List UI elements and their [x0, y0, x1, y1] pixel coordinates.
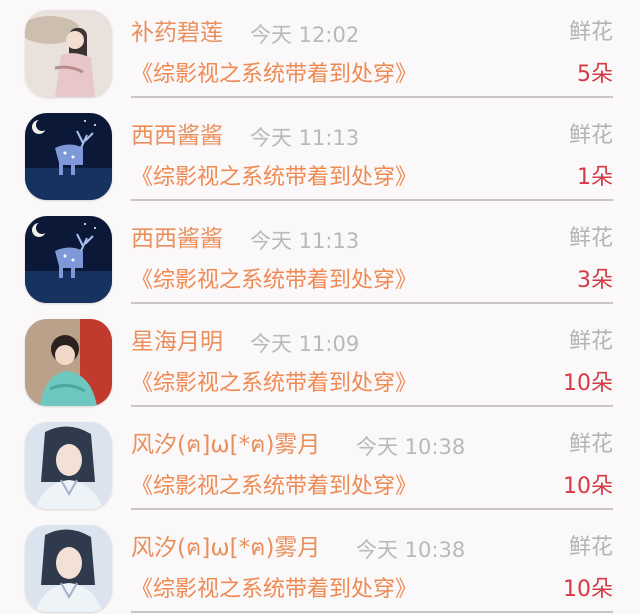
costume-man-avatar[interactable] [25, 525, 112, 612]
list-item[interactable]: 风汐(ฅ]ω[*ฅ)雾月 今天 10:38 鲜花 《综影视之系统带着到处穿》 1… [0, 515, 640, 614]
sender-name[interactable]: 星海月明 [131, 327, 223, 357]
flower-count: 3朵 [577, 268, 613, 293]
gift-type: 鲜花 [568, 20, 613, 45]
timestamp: 今天 10:38 [356, 538, 466, 562]
woman-umbrella-avatar[interactable] [25, 10, 112, 97]
flower-count: 10朵 [563, 371, 613, 396]
divider [131, 199, 613, 201]
book-title[interactable]: 《综影视之系统带着到处穿》 [131, 369, 417, 399]
list-item[interactable]: 西西酱酱 今天 11:13 鲜花 《综影视之系统带着到处穿》 3朵 [0, 206, 640, 309]
flower-count: 10朵 [563, 474, 613, 499]
gift-type: 鲜花 [568, 329, 613, 354]
timestamp: 今天 11:13 [250, 229, 360, 253]
costume-girl-avatar[interactable] [25, 319, 112, 406]
flower-count: 1朵 [577, 165, 613, 190]
sender-name[interactable]: 西西酱酱 [131, 121, 223, 151]
list-item[interactable]: 西西酱酱 今天 11:13 鲜花 《综影视之系统带着到处穿》 1朵 [0, 103, 640, 206]
book-title[interactable]: 《综影视之系统带着到处穿》 [131, 575, 417, 605]
timestamp: 今天 10:38 [356, 435, 466, 459]
list-item[interactable]: 补药碧莲 今天 12:02 鲜花 《综影视之系统带着到处穿》 5朵 [0, 0, 640, 103]
timestamp: 今天 12:02 [250, 23, 360, 47]
book-title[interactable]: 《综影视之系统带着到处穿》 [131, 163, 417, 193]
gift-type: 鲜花 [568, 535, 613, 560]
sender-name[interactable]: 西西酱酱 [131, 224, 223, 254]
gift-type: 鲜花 [568, 123, 613, 148]
star-deer-avatar[interactable] [25, 113, 112, 200]
flower-gift-list: 补药碧莲 今天 12:02 鲜花 《综影视之系统带着到处穿》 5朵 西西酱酱 今… [0, 0, 640, 614]
divider [131, 302, 613, 304]
flower-count: 5朵 [577, 62, 613, 87]
gift-type: 鲜花 [568, 226, 613, 251]
book-title[interactable]: 《综影视之系统带着到处穿》 [131, 266, 417, 296]
list-item[interactable]: 星海月明 今天 11:09 鲜花 《综影视之系统带着到处穿》 10朵 [0, 309, 640, 412]
star-deer-avatar[interactable] [25, 216, 112, 303]
sender-name[interactable]: 补药碧莲 [131, 18, 223, 48]
book-title[interactable]: 《综影视之系统带着到处穿》 [131, 472, 417, 502]
timestamp: 今天 11:13 [250, 126, 360, 150]
timestamp: 今天 11:09 [250, 332, 360, 356]
book-title[interactable]: 《综影视之系统带着到处穿》 [131, 60, 417, 90]
divider [131, 611, 613, 613]
divider [131, 96, 613, 98]
list-item[interactable]: 风汐(ฅ]ω[*ฅ)雾月 今天 10:38 鲜花 《综影视之系统带着到处穿》 1… [0, 412, 640, 515]
gift-type: 鲜花 [568, 432, 613, 457]
divider [131, 508, 613, 510]
divider [131, 405, 613, 407]
sender-name[interactable]: 风汐(ฅ]ω[*ฅ)雾月 [131, 430, 320, 460]
sender-name[interactable]: 风汐(ฅ]ω[*ฅ)雾月 [131, 533, 320, 563]
flower-count: 10朵 [563, 577, 613, 602]
costume-man-avatar[interactable] [25, 422, 112, 509]
